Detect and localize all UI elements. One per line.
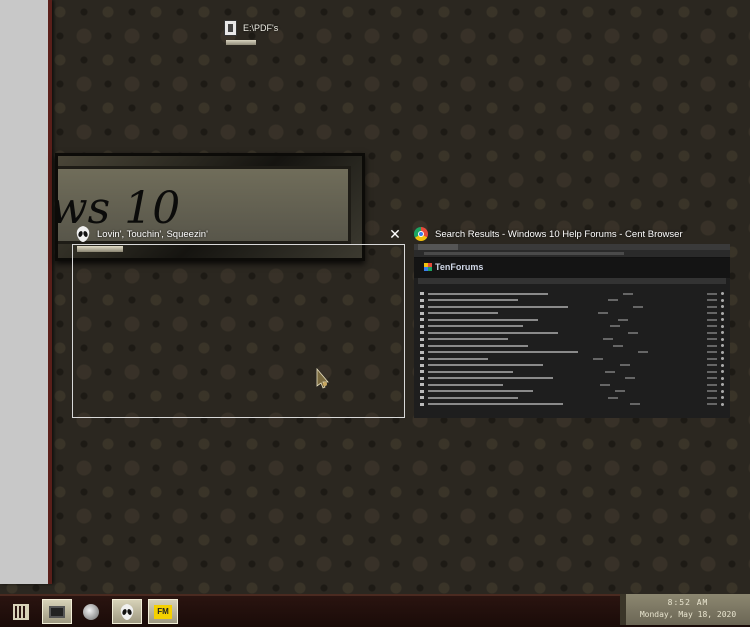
window1-title: Lovin', Touchin', Squeezin' xyxy=(97,228,208,240)
shortcut-icon xyxy=(224,20,237,36)
thread-row xyxy=(420,298,724,302)
start-icon xyxy=(13,603,29,620)
thread-row xyxy=(420,389,724,393)
cent-browser-icon xyxy=(414,227,428,241)
windows-logo-icon xyxy=(424,263,432,271)
forum-thread-list xyxy=(414,284,730,406)
thread-row xyxy=(420,350,724,354)
system-clock[interactable]: 8:52 AM Monday, May 18, 2020 xyxy=(620,594,750,625)
thread-row xyxy=(420,324,724,328)
window2-thumbnail[interactable]: TenForums xyxy=(414,244,730,418)
thread-row xyxy=(420,376,724,380)
thread-row xyxy=(420,331,724,334)
thread-row xyxy=(420,396,724,399)
desktop-icon-label: E:\PDF's xyxy=(243,23,279,33)
thread-row xyxy=(420,383,724,386)
taskbar-alien-app-button[interactable] xyxy=(112,599,142,624)
alien-app-icon xyxy=(76,226,90,242)
thread-row xyxy=(420,363,724,367)
thread-row xyxy=(420,402,724,406)
browser-address-bar xyxy=(414,250,730,258)
alien-app-icon xyxy=(120,603,134,620)
left-window-edge xyxy=(0,0,52,584)
tenforums-logo: TenForums xyxy=(424,262,483,272)
window1-thumbnail[interactable] xyxy=(72,244,405,418)
taskbar-browser-button[interactable] xyxy=(76,599,106,624)
clock-date: Monday, May 18, 2020 xyxy=(639,610,737,619)
thread-row xyxy=(420,370,724,373)
start-button[interactable] xyxy=(6,599,36,624)
desktop-folder-shortcut[interactable]: E:\PDF's xyxy=(224,20,279,45)
clock-time: 8:52 AM xyxy=(667,598,709,607)
thread-row xyxy=(420,357,724,360)
thread-row xyxy=(420,318,724,321)
close-window-button[interactable]: ✕ xyxy=(388,227,402,241)
browser-icon xyxy=(83,603,99,620)
monitor-icon xyxy=(49,605,65,618)
mouse-pointer-icon xyxy=(316,367,329,389)
thread-row xyxy=(420,292,724,295)
forum-logo-text: TenForums xyxy=(435,262,484,272)
window1-title-bar[interactable]: Lovin', Touchin', Squeezin' xyxy=(76,226,208,242)
thread-row xyxy=(420,344,724,347)
desktop-icon-highlight xyxy=(226,40,256,45)
window2-title-bar[interactable]: Search Results - Windows 10 Help Forums … xyxy=(414,227,683,241)
fm-app-icon: FM xyxy=(154,604,172,619)
forum-header: TenForums xyxy=(414,258,730,278)
taskbar-desktop-button[interactable] xyxy=(42,599,72,624)
thread-row xyxy=(420,305,724,308)
window2-title: Search Results - Windows 10 Help Forums … xyxy=(435,228,683,240)
thread-row xyxy=(420,337,724,341)
thread-row xyxy=(420,311,724,315)
taskbar-fm-button[interactable]: FM xyxy=(148,599,178,624)
